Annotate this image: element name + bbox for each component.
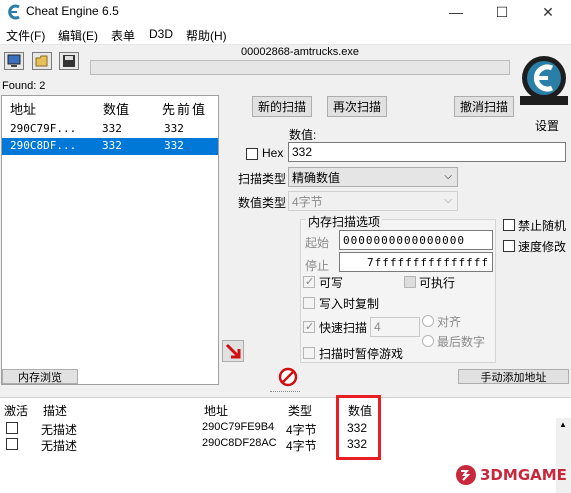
disable-random-checkbox[interactable]: [503, 219, 515, 231]
chevron-down-icon: ⌵: [444, 195, 452, 206]
scroll-up-icon[interactable]: ▲: [559, 420, 567, 429]
cheat-engine-icon: [8, 4, 20, 20]
results-header-value[interactable]: 数值: [103, 96, 129, 120]
copy-on-write-checkbox[interactable]: [303, 297, 315, 309]
found-count: Found: 2: [2, 80, 46, 92]
align-radio[interactable]: [422, 315, 434, 327]
stop-label: 停止: [305, 259, 330, 273]
add-to-list-button[interactable]: [222, 340, 244, 362]
fast-scan-checkbox[interactable]: [303, 320, 315, 333]
stop-icon[interactable]: [278, 367, 298, 387]
results-header-address[interactable]: 地址: [10, 96, 36, 120]
disable-random-label: 禁止随机: [518, 219, 567, 233]
window-title: Cheat Engine 6.5: [26, 4, 119, 18]
active-checkbox[interactable]: [6, 422, 18, 434]
results-header-previous[interactable]: 先前值: [162, 96, 207, 120]
speed-hack-checkbox[interactable]: [503, 240, 515, 252]
next-scan-button[interactable]: 再次扫描: [327, 96, 387, 117]
col-description[interactable]: 描述: [43, 402, 67, 419]
last-digits-radio[interactable]: [422, 335, 434, 347]
result-row-selected[interactable]: 290C8DF... 332 332: [2, 138, 218, 155]
maximize-button[interactable]: ☐: [479, 0, 525, 24]
value-column-highlight: [336, 395, 381, 460]
pause-game-checkbox[interactable]: [303, 347, 315, 359]
memory-options-title: 内存扫描选项: [306, 213, 383, 230]
watermark-text: 3DMGAME: [480, 466, 567, 484]
active-checkbox[interactable]: [6, 438, 18, 450]
col-type[interactable]: 类型: [288, 402, 312, 419]
value-type-label: 数值类型: [238, 196, 287, 210]
col-address[interactable]: 地址: [204, 402, 228, 419]
menu-d3d[interactable]: D3D: [149, 27, 173, 41]
save-icon: [63, 55, 75, 67]
open-process-button[interactable]: [4, 52, 24, 70]
last-digits-label: 最后数字: [437, 335, 486, 349]
writable-checkbox[interactable]: [303, 275, 315, 288]
minimize-button[interactable]: —: [433, 0, 479, 24]
computer-icon: [7, 54, 21, 67]
value-label: 数值:: [289, 128, 317, 142]
title-bar: Cheat Engine 6.5 — ☐ ✕: [0, 0, 571, 24]
executable-checkbox[interactable]: [404, 276, 416, 288]
stop-address-input[interactable]: 7fffffffffffffff: [339, 252, 493, 272]
writable-label: 可写: [319, 276, 344, 290]
memory-view-button[interactable]: 内存浏览: [2, 369, 78, 384]
3dm-logo-icon: [456, 465, 476, 485]
scan-type-select[interactable]: 精确数值 ⌵: [288, 167, 458, 187]
value-type-select[interactable]: 4字节 ⌵: [288, 191, 458, 211]
menu-help[interactable]: 帮助(H): [186, 27, 227, 44]
fast-scan-alignment-input[interactable]: 4: [370, 317, 420, 337]
undo-scan-button[interactable]: 撤消扫描: [454, 96, 514, 117]
scan-results-list[interactable]: 地址 数值 先前值 290C79F... 332 332 290C8DF... …: [1, 95, 219, 385]
menu-bar: 文件(F) 编辑(E) 表单 D3D 帮助(H): [0, 24, 571, 45]
result-row[interactable]: 290C79F... 332 332: [2, 121, 218, 138]
arrow-down-right-icon: [225, 343, 241, 359]
open-file-button[interactable]: [32, 52, 52, 70]
col-active[interactable]: 激活: [4, 402, 28, 419]
cheat-engine-logo-icon[interactable]: [518, 48, 570, 116]
executable-label: 可执行: [419, 276, 456, 290]
scan-value-input[interactable]: 332: [288, 142, 566, 162]
copy-on-write-label: 写入时复制: [319, 297, 380, 311]
start-address-input[interactable]: 0000000000000000: [339, 230, 493, 250]
table-row[interactable]: 无描述 290C8DF28AC 4字节 332: [0, 436, 555, 453]
align-label: 对齐: [437, 315, 462, 329]
splitter-handle[interactable]: [270, 391, 300, 394]
close-button[interactable]: ✕: [525, 0, 571, 24]
menu-table[interactable]: 表单: [111, 27, 135, 44]
speed-hack-label: 速度修改: [518, 240, 567, 254]
folder-icon: [35, 55, 48, 67]
menu-file[interactable]: 文件(F): [6, 27, 45, 44]
hex-label: Hex: [262, 146, 284, 160]
fast-scan-label: 快速扫描: [319, 321, 368, 335]
process-name: 00002868-amtrucks.exe: [240, 46, 359, 58]
chevron-down-icon: ⌵: [444, 171, 452, 182]
scan-progress-bar: [90, 60, 510, 75]
hex-checkbox[interactable]: [246, 148, 258, 160]
add-address-manually-button[interactable]: 手动添加地址: [458, 369, 569, 384]
new-scan-button[interactable]: 新的扫描: [252, 96, 312, 117]
pause-game-label: 扫描时暂停游戏: [319, 347, 404, 361]
menu-edit[interactable]: 编辑(E): [58, 27, 98, 44]
save-button[interactable]: [59, 52, 79, 70]
settings-label[interactable]: 设置: [535, 117, 559, 134]
watermark-logo: 3DMGAME: [455, 460, 569, 490]
table-row[interactable]: 无描述 290C79FE9B4 4字节 332: [0, 420, 555, 437]
scan-type-label: 扫描类型: [238, 172, 287, 186]
start-label: 起始: [305, 236, 330, 250]
